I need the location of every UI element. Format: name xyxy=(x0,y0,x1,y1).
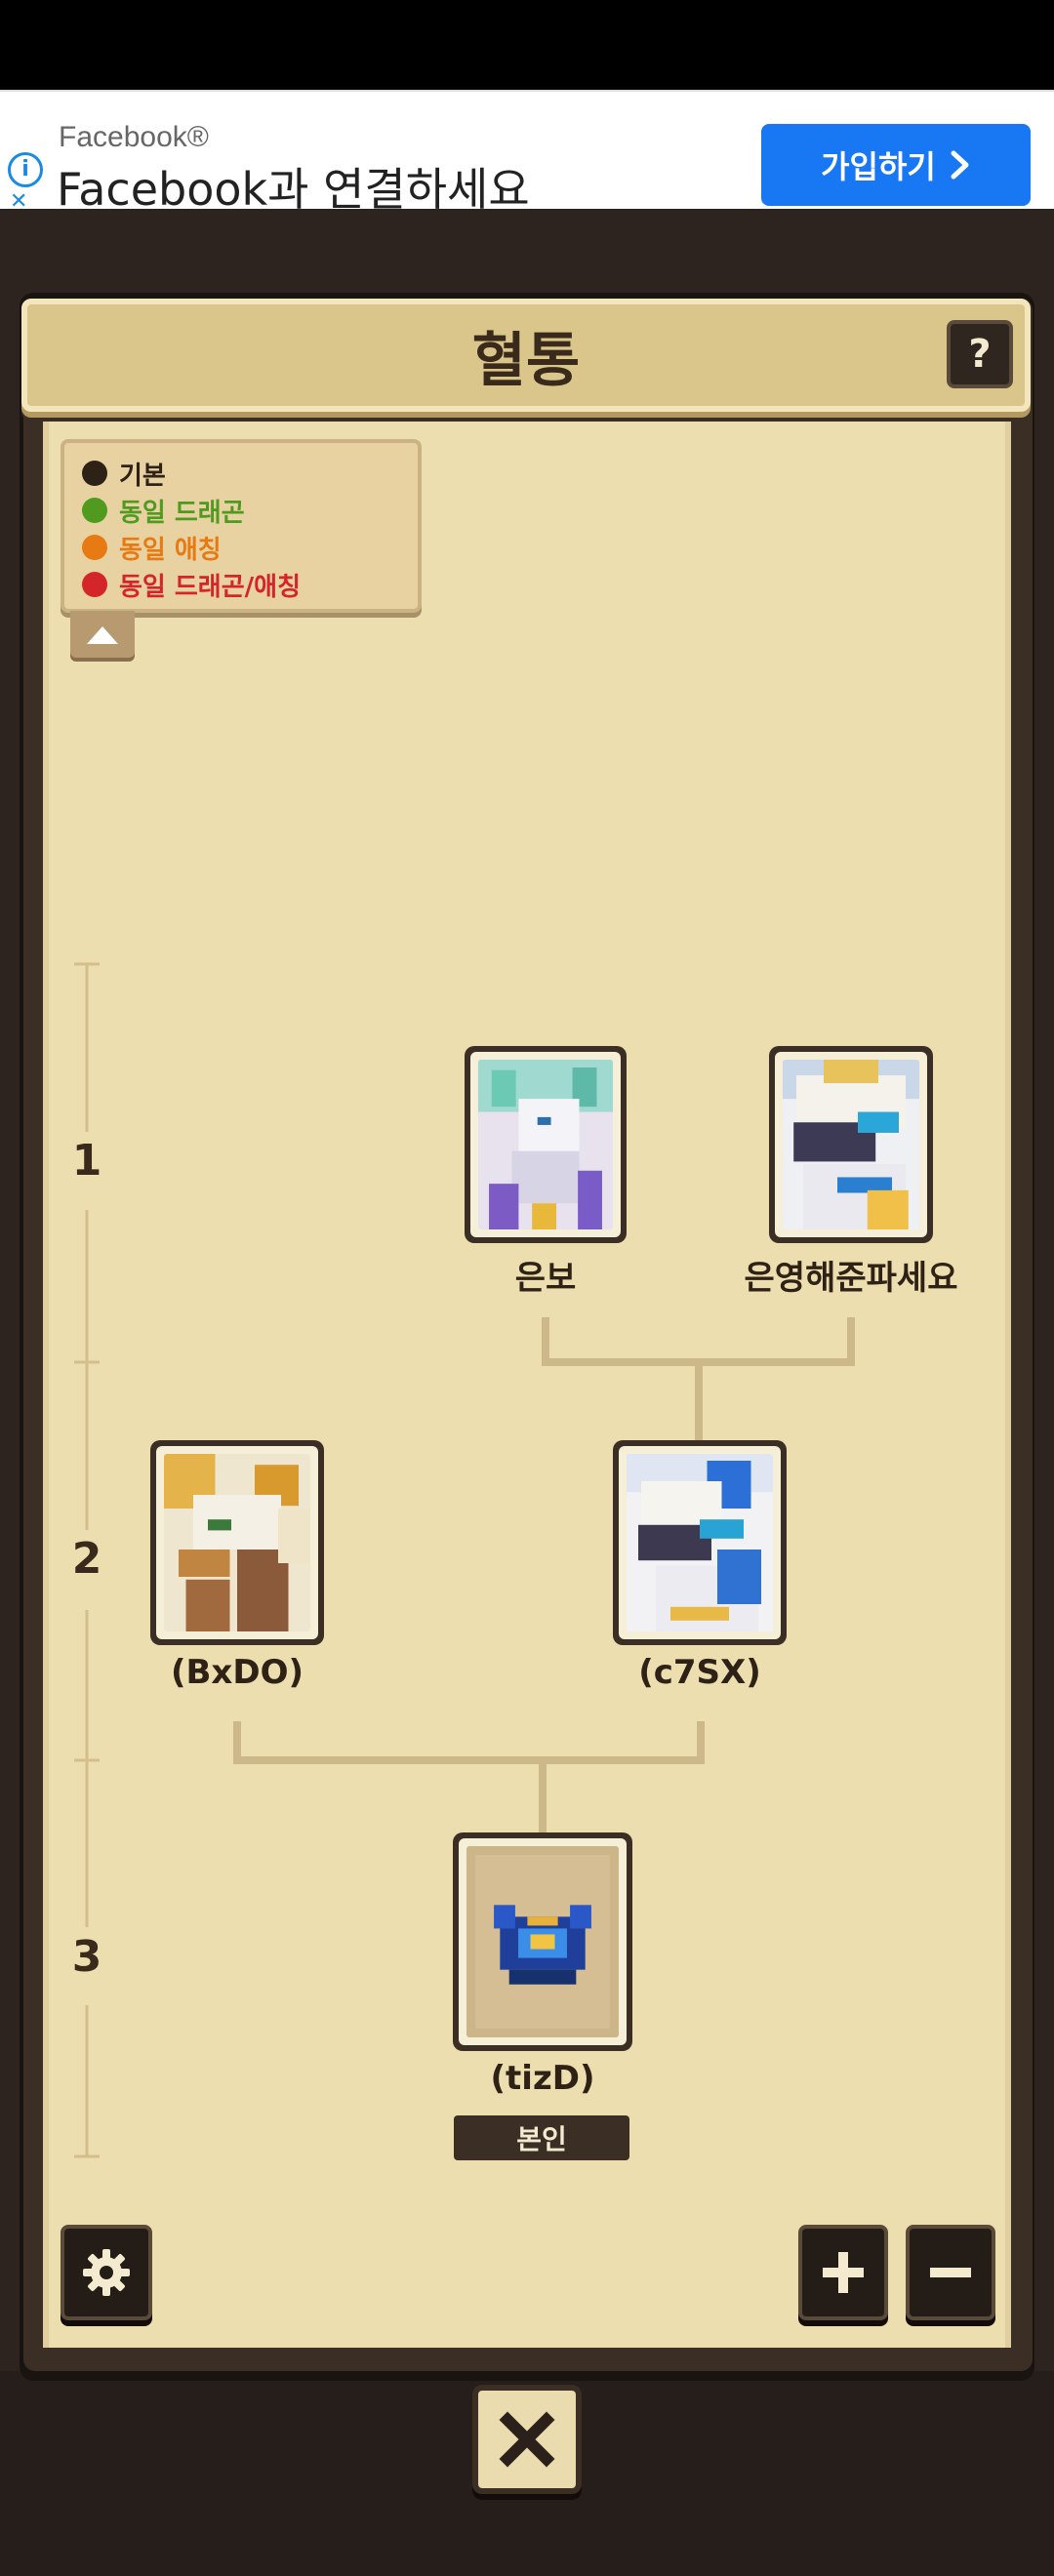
legend-label: 동일 드래곤/애칭 xyxy=(119,572,301,602)
zoom-out-button[interactable] xyxy=(906,2225,995,2320)
gear-icon xyxy=(83,2249,130,2296)
legend-item: 동일 드래곤/애칭 xyxy=(82,566,418,603)
legend-dot xyxy=(82,498,107,523)
ad-banner[interactable]: i ✕ Facebook® Facebook과 연결하세요 가입하기 xyxy=(0,90,1054,216)
chevron-up-icon xyxy=(87,626,118,644)
title-bar: 혈통 xyxy=(21,299,1031,412)
ad-headline: Facebook과 연결하세요 xyxy=(57,163,530,216)
egg-portrait xyxy=(466,1846,619,2037)
dragon-card-tizd[interactable] xyxy=(453,1832,632,2051)
close-button[interactable] xyxy=(472,2385,582,2494)
dragon-name: 은영해준파세요 xyxy=(744,1259,958,1298)
legend-item: 동일 드래곤 xyxy=(82,492,418,529)
legend-item: 기본 xyxy=(82,455,418,492)
ad-signup-label: 가입하기 xyxy=(821,148,936,185)
legend-item: 동일 애칭 xyxy=(82,529,418,566)
dragon-name: 은보 xyxy=(514,1259,577,1298)
settings-button[interactable] xyxy=(61,2225,152,2320)
legend-label: 기본 xyxy=(119,461,166,491)
ad-signup-button[interactable]: 가입하기 xyxy=(761,124,1031,206)
legend-dot xyxy=(82,461,107,486)
dragon-card-eunyeong[interactable] xyxy=(769,1046,933,1243)
legend-collapse-button[interactable] xyxy=(70,611,135,658)
dragon-name: (c7SX) xyxy=(638,1653,761,1692)
help-button[interactable]: ? xyxy=(947,320,1013,388)
page-title: 혈통 xyxy=(471,326,581,395)
dragon-portrait xyxy=(783,1060,919,1229)
generation-label-2: 2 xyxy=(71,1534,102,1584)
close-icon[interactable]: ✕ xyxy=(10,191,27,213)
ad-brand: Facebook® xyxy=(59,121,209,153)
dragon-card-eunbo[interactable] xyxy=(465,1046,627,1243)
zoom-in-button[interactable] xyxy=(798,2225,888,2320)
generation-label-3: 3 xyxy=(71,1932,102,1982)
dragon-portrait xyxy=(627,1454,773,1631)
chevron-right-icon xyxy=(951,150,969,180)
dragon-name: (BxDO) xyxy=(170,1653,304,1692)
minus-icon xyxy=(930,2268,971,2277)
dragon-card-c7sx[interactable] xyxy=(613,1440,787,1645)
info-icon[interactable]: i xyxy=(8,152,43,187)
legend-label: 동일 드래곤 xyxy=(119,498,245,528)
dragon-card-bxdo[interactable] xyxy=(150,1440,324,1645)
plus-icon xyxy=(823,2252,864,2293)
close-icon xyxy=(499,2411,555,2468)
legend: 기본동일 드래곤동일 애칭동일 드래곤/애칭 xyxy=(61,439,422,613)
legend-label: 동일 애칭 xyxy=(119,535,222,565)
dragon-portrait xyxy=(164,1454,310,1631)
dragon-portrait xyxy=(478,1060,613,1229)
dragon-name: (tizD) xyxy=(490,2059,595,2098)
self-badge: 본인 xyxy=(454,2115,629,2160)
legend-dot xyxy=(82,572,107,597)
generation-label-1: 1 xyxy=(71,1136,102,1186)
status-bar xyxy=(0,0,1054,90)
legend-dot xyxy=(82,535,107,560)
